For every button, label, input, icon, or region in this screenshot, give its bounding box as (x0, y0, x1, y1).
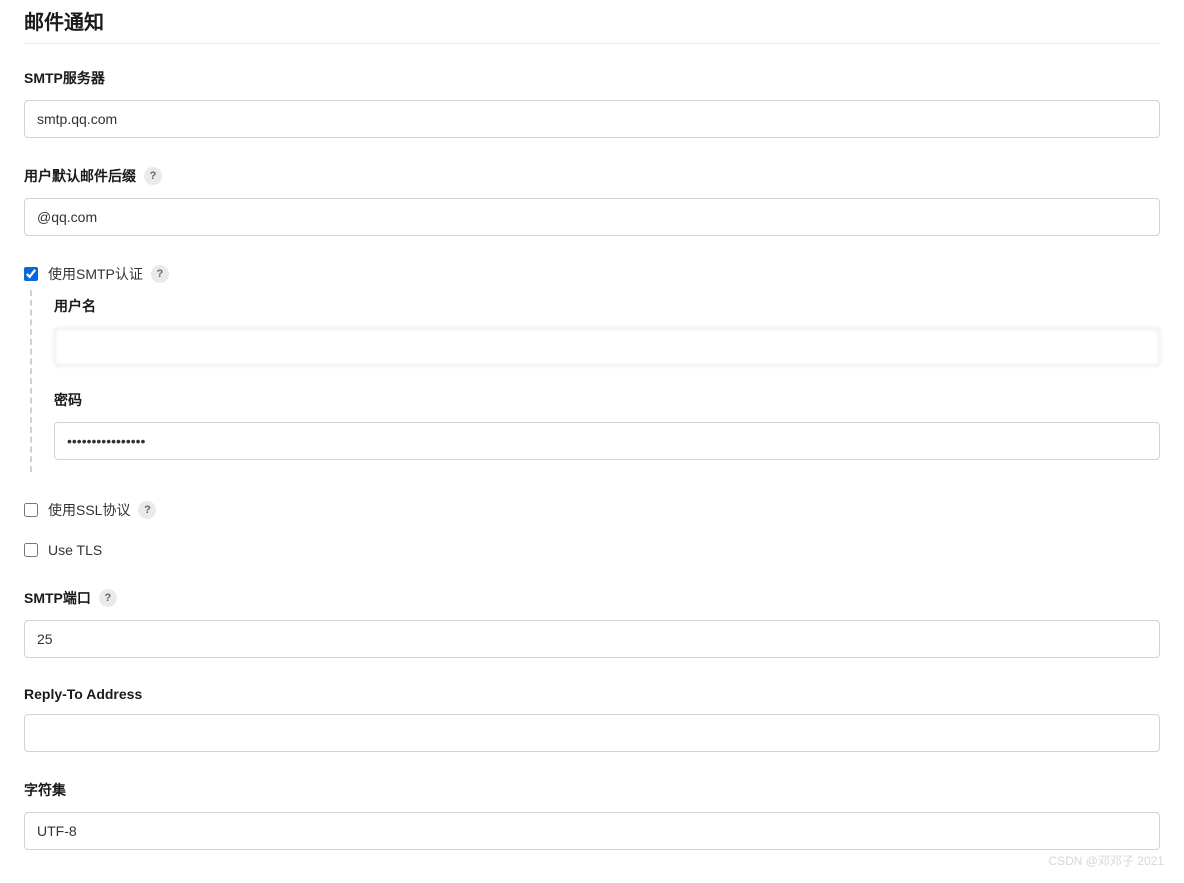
default-suffix-input[interactable] (24, 198, 1160, 236)
charset-label: 字符集 (24, 780, 1160, 800)
smtp-auth-label: 使用SMTP认证 (48, 264, 143, 284)
smtp-auth-nested: 用户名 密码 (30, 290, 1160, 472)
reply-to-input[interactable] (24, 714, 1160, 752)
smtp-port-label: SMTP端口 (24, 588, 91, 608)
help-icon[interactable]: ? (99, 589, 117, 607)
smtp-auth-checkbox[interactable] (24, 267, 38, 281)
password-label: 密码 (54, 390, 1160, 410)
ssl-label: 使用SSL协议 (48, 500, 130, 520)
smtp-server-label: SMTP服务器 (24, 68, 1160, 88)
username-input[interactable] (54, 328, 1160, 366)
default-suffix-label: 用户默认邮件后缀 (24, 166, 136, 186)
tls-group: Use TLS (24, 542, 1160, 558)
ssl-group: 使用SSL协议 ? (24, 500, 1160, 520)
charset-input[interactable] (24, 812, 1160, 850)
section-title: 邮件通知 (24, 0, 1160, 44)
default-suffix-group: 用户默认邮件后缀 ? (24, 166, 1160, 236)
charset-group: 字符集 (24, 780, 1160, 850)
help-icon[interactable]: ? (138, 501, 156, 519)
password-input[interactable] (54, 422, 1160, 460)
reply-to-group: Reply-To Address (24, 686, 1160, 752)
ssl-checkbox[interactable] (24, 503, 38, 517)
smtp-port-group: SMTP端口 ? (24, 588, 1160, 658)
reply-to-label: Reply-To Address (24, 686, 1160, 702)
smtp-server-group: SMTP服务器 (24, 68, 1160, 138)
help-icon[interactable]: ? (151, 265, 169, 283)
tls-label: Use TLS (48, 542, 102, 558)
smtp-server-input[interactable] (24, 100, 1160, 138)
username-label: 用户名 (54, 296, 1160, 316)
smtp-port-input[interactable] (24, 620, 1160, 658)
help-icon[interactable]: ? (144, 167, 162, 185)
tls-checkbox[interactable] (24, 543, 38, 557)
smtp-auth-group: 使用SMTP认证 ? 用户名 密码 (24, 264, 1160, 472)
watermark: CSDN @邓邓子 2021 (1048, 852, 1164, 869)
